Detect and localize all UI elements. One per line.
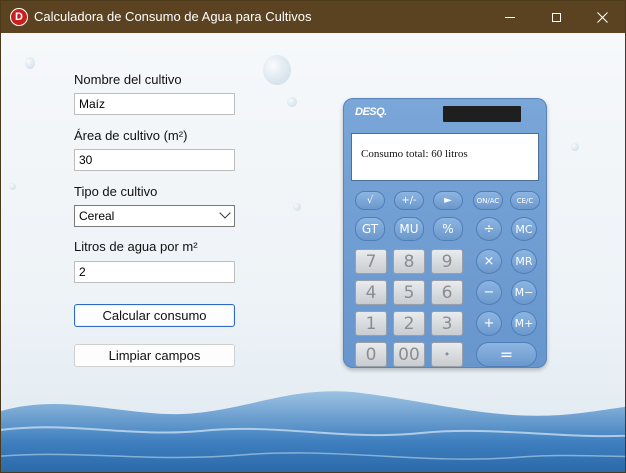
result-text: Consumo total: 60 litros xyxy=(361,148,468,160)
key-sqrt: √ xyxy=(355,191,385,210)
maximize-button[interactable] xyxy=(533,1,579,33)
water-drop-decoration xyxy=(571,143,579,151)
key-00: 00 xyxy=(393,342,425,367)
key-minus: − xyxy=(476,280,502,305)
calculator-brand: DESQ. xyxy=(355,106,387,118)
calculator-illustration: DESQ. Consumo total: 60 litros √ +/- ► O… xyxy=(343,98,547,368)
area-input[interactable]: 30 xyxy=(74,149,235,171)
key-plus: + xyxy=(476,311,502,336)
water-drop-decoration xyxy=(263,55,291,85)
water-wave-background xyxy=(1,391,625,472)
key-9: 9 xyxy=(431,249,463,274)
liters-input[interactable]: 2 xyxy=(74,261,235,283)
area-label: Área de cultivo (m²) xyxy=(74,128,188,143)
water-drop-decoration xyxy=(25,57,35,69)
key-0: 0 xyxy=(355,342,387,367)
app-icon: D xyxy=(10,8,28,26)
key-5: 5 xyxy=(393,280,425,305)
key-divide: ÷ xyxy=(476,217,502,241)
key-gt: GT xyxy=(355,217,385,241)
water-drop-decoration xyxy=(293,203,301,211)
key-ce-c: CE/C xyxy=(510,191,540,210)
key-4: 4 xyxy=(355,280,387,305)
key-mr: MR xyxy=(511,249,537,274)
crop-type-label: Tipo de cultivo xyxy=(74,184,158,199)
crop-type-selected-value: Cereal xyxy=(79,209,115,223)
close-button[interactable] xyxy=(579,1,625,33)
client-area: Nombre del cultivo Maíz Área de cultivo … xyxy=(1,33,625,472)
key-arrow: ► xyxy=(433,191,463,210)
maximize-icon xyxy=(551,12,561,22)
crop-type-select[interactable]: Cereal xyxy=(74,205,235,227)
calculate-button[interactable]: Calcular consumo xyxy=(74,304,235,327)
clear-button[interactable]: Limpiar campos xyxy=(74,344,235,367)
key-multiply: × xyxy=(476,249,502,274)
key-plusminus: +/- xyxy=(394,191,424,210)
key-dot: • xyxy=(431,342,463,367)
close-icon xyxy=(596,11,608,23)
app-window: D Calculadora de Consumo de Agua para Cu… xyxy=(0,0,626,473)
key-7: 7 xyxy=(355,249,387,274)
key-1: 1 xyxy=(355,311,387,336)
key-8: 8 xyxy=(393,249,425,274)
key-equals: = xyxy=(476,342,537,367)
key-mu: MU xyxy=(394,217,424,241)
calculator-display: Consumo total: 60 litros xyxy=(351,133,539,181)
minimize-icon xyxy=(505,16,515,18)
key-2: 2 xyxy=(393,311,425,336)
solar-panel xyxy=(443,106,521,122)
key-mc: MC xyxy=(511,217,537,241)
liters-label: Litros de agua por m² xyxy=(74,239,198,254)
title-bar[interactable]: D Calculadora de Consumo de Agua para Cu… xyxy=(1,1,625,33)
chevron-down-icon xyxy=(219,207,231,219)
key-3: 3 xyxy=(431,311,463,336)
window-title: Calculadora de Consumo de Agua para Cult… xyxy=(34,9,312,24)
minimize-button[interactable] xyxy=(487,1,533,33)
key-percent: % xyxy=(433,217,463,241)
key-m-plus: M+ xyxy=(511,311,537,336)
key-6: 6 xyxy=(431,280,463,305)
key-m-minus: M− xyxy=(511,280,537,305)
crop-name-input[interactable]: Maíz xyxy=(74,93,235,115)
crop-name-label: Nombre del cultivo xyxy=(74,72,182,87)
water-drop-decoration xyxy=(287,97,297,107)
water-drop-decoration xyxy=(9,183,16,190)
key-on-ac: ON/AC xyxy=(473,191,503,210)
